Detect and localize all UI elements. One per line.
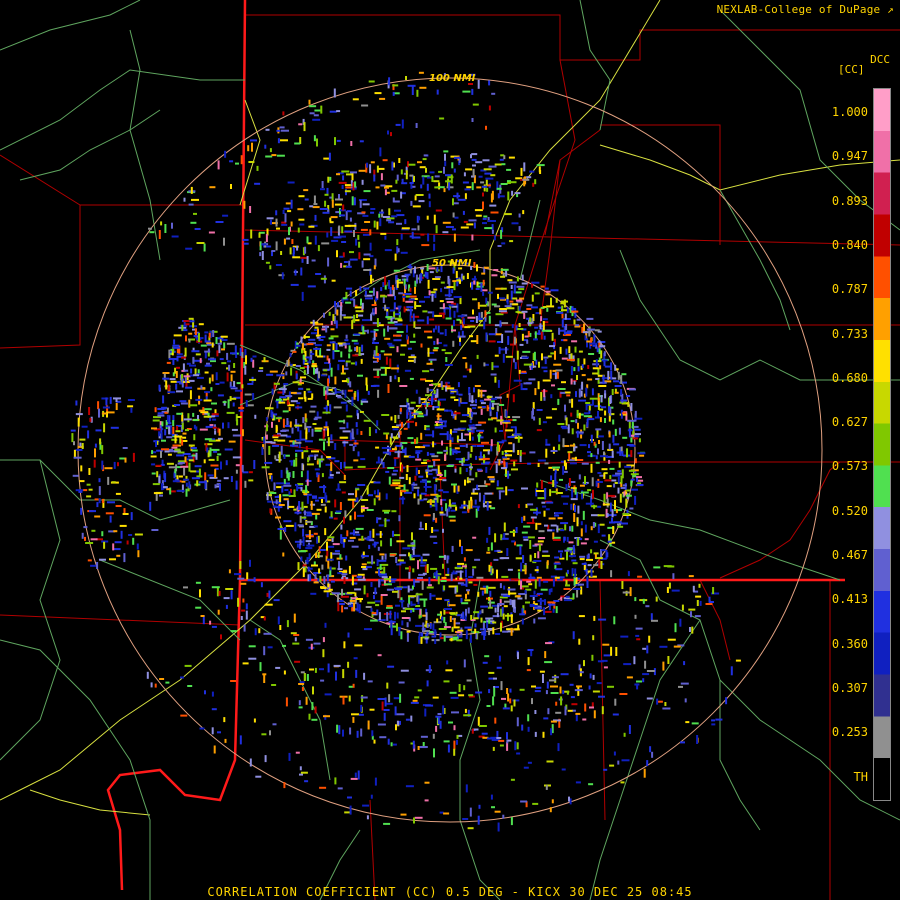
color-scale-label: 0.733 (831, 326, 868, 341)
product-footer: CORRELATION COEFFICIENT (CC) 0.5 DEG - K… (207, 885, 693, 899)
product-unit: [CC] (838, 63, 865, 76)
credit-text[interactable]: NEXLAB-College of DuPage (717, 3, 881, 16)
color-scale-label: 0.253 (831, 725, 868, 740)
color-scale-label: 0.307 (831, 680, 868, 695)
color-scale-bar (873, 88, 891, 801)
color-scale-label: 0.573 (831, 459, 868, 474)
river-line (719, 461, 841, 579)
color-scale-label: 0.467 (831, 548, 868, 562)
color-scale-label: 0.787 (831, 282, 868, 297)
color-scale-label: TH (853, 769, 868, 784)
color-scale-label: 0.627 (831, 415, 868, 430)
range-label-50: 50 NMI (432, 258, 472, 269)
external-link-icon: ↗ (887, 3, 894, 16)
color-scale-label: 1.000 (831, 105, 868, 119)
color-scale-label: 0.840 (831, 237, 868, 252)
color-scale-label: 0.680 (831, 370, 868, 385)
credit-link[interactable]: NEXLAB-College of DuPage ↗ (717, 3, 894, 16)
product-code: DCC (870, 53, 890, 66)
range-label-100: 100 NMI (429, 73, 476, 84)
color-scale-label: 0.893 (831, 193, 868, 208)
color-scale-label: 0.947 (831, 149, 868, 164)
color-scale-label: 0.360 (831, 636, 868, 651)
color-scale-label: 0.520 (831, 503, 868, 518)
radar-map (0, 0, 900, 900)
color-scale-label: 0.413 (831, 592, 868, 607)
radar-echoes (70, 71, 741, 832)
